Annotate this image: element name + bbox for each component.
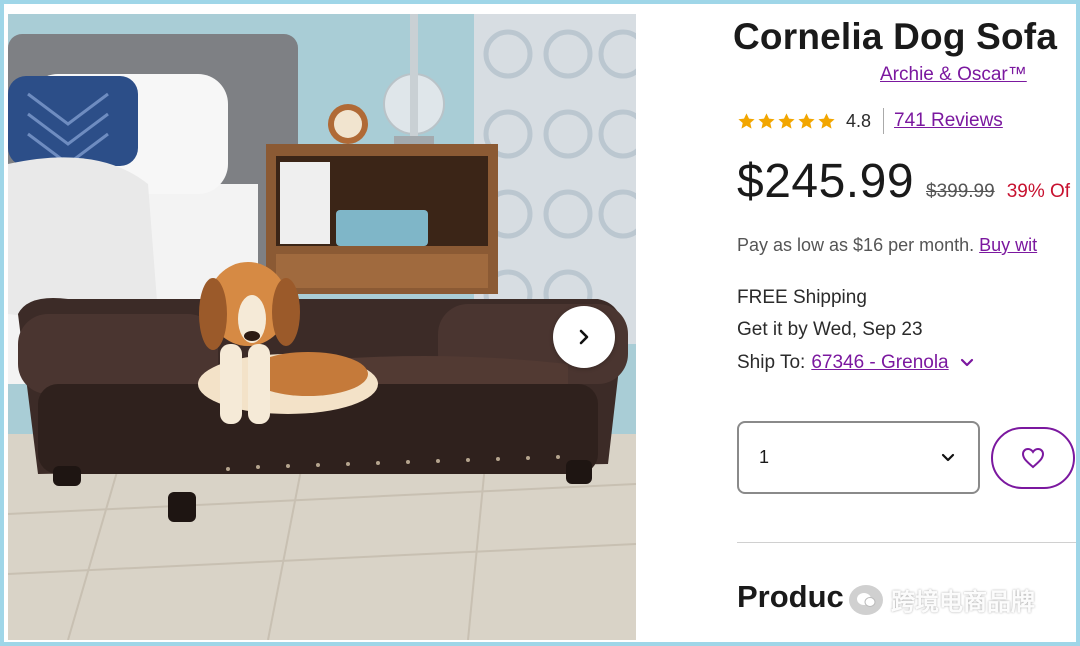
next-image-button[interactable] [553,306,615,368]
star-icon [738,112,755,129]
list-price: $399.99 [926,181,995,202]
zip-link[interactable]: 67346 - Grenola [811,352,948,374]
discount-badge: 39% Of [1006,181,1071,202]
chat-icon [849,584,883,615]
financing-row: Pay as low as $16 per month. Buy wit [737,235,1037,256]
star-icon [818,112,835,129]
chevron-down-icon[interactable] [959,355,975,371]
page-frame: Cornelia Dog Sofa Archie & Oscar™ 4.8 74… [4,4,1076,642]
product-photo [8,14,636,640]
section-divider [737,542,1076,543]
product-image[interactable] [8,14,636,640]
product-title: Cornelia Dog Sofa [733,16,1058,57]
reviews-link[interactable]: 741 Reviews [894,110,1003,132]
section-heading: Produc [737,579,844,614]
rating-stars[interactable] [737,112,836,131]
divider [883,108,885,134]
brand-link[interactable]: Archie & Oscar™ [880,64,1027,86]
free-shipping: FREE Shipping [737,287,867,308]
rating-value: 4.8 [846,110,872,131]
ship-to-label: Ship To: [737,352,806,373]
financing-link[interactable]: Buy wit [979,235,1037,255]
star-icon [778,112,795,129]
star-icon [758,112,775,129]
star-icon [798,112,815,129]
financing-text: Pay as low as $16 per month. [737,235,980,255]
ship-to-row: Ship To: 67346 - Grenola [737,352,975,374]
heart-icon [1021,447,1045,469]
chevron-down-icon [941,453,955,461]
rating-row: 4.8 741 Reviews [737,108,1003,134]
delivery-date: Get it by Wed, Sep 23 [737,319,923,340]
favorite-button[interactable] [991,427,1075,489]
product-info: Cornelia Dog Sofa Archie & Oscar™ 4.8 74… [733,4,1076,642]
quantity-select[interactable]: 1 [737,421,980,494]
chevron-right-icon [579,329,589,345]
quantity-value: 1 [759,447,770,467]
watermark: 跨境电商品牌 [849,582,1035,617]
price-row: $245.99 $399.99 39% Of [737,154,1070,209]
sale-price: $245.99 [737,155,915,208]
watermark-text: 跨境电商品牌 [891,589,1035,616]
